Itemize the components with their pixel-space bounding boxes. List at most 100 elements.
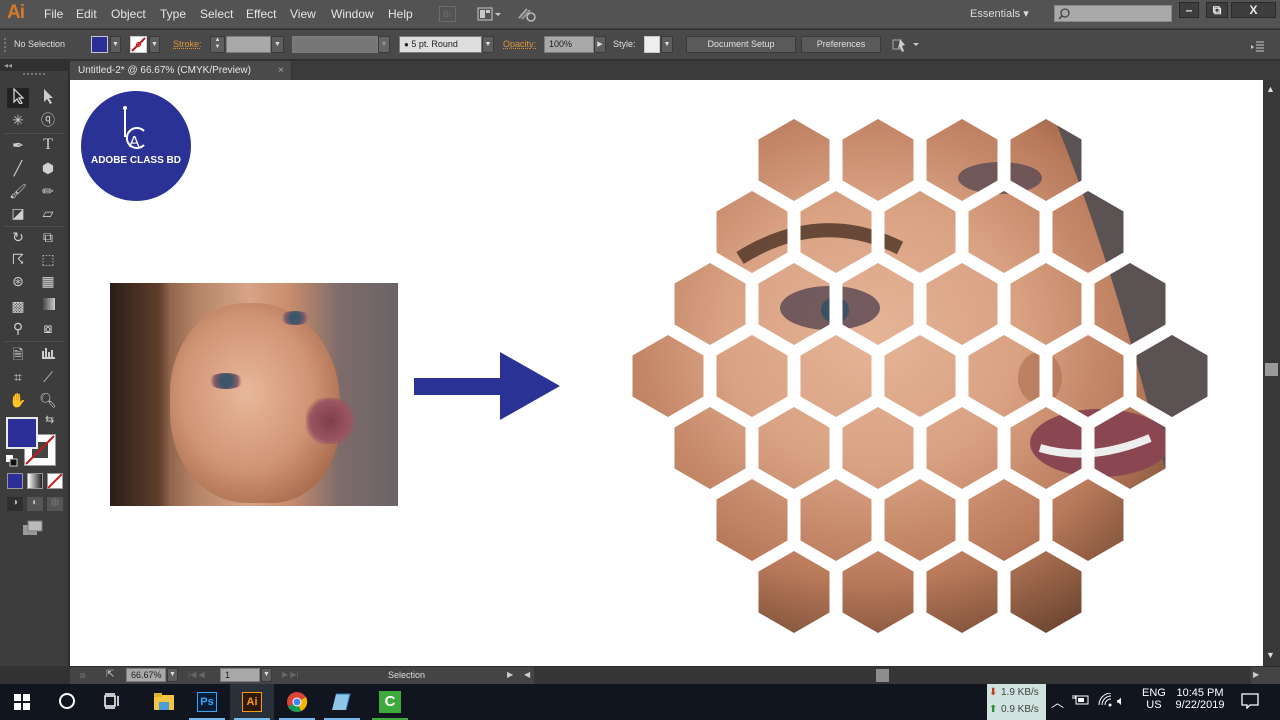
- menu-object[interactable]: Object: [111, 7, 146, 21]
- perspective-grid-tool-icon[interactable]: ▦: [37, 271, 59, 291]
- network-speed-widget[interactable]: ⬇ 1.9 KB/s ⬆ 0.9 KB/s: [987, 684, 1046, 720]
- pen-tool-icon[interactable]: ✒: [7, 135, 29, 155]
- scale-tool-icon[interactable]: ⧉: [37, 227, 59, 247]
- taskbar-photoshop[interactable]: Ps: [185, 684, 229, 720]
- current-tool-status[interactable]: Selection: [388, 670, 425, 680]
- gradient-tool-icon[interactable]: [37, 296, 59, 316]
- scroll-down-icon[interactable]: ▼: [1266, 650, 1275, 660]
- brush-dropdown[interactable]: ▼: [482, 36, 494, 53]
- scroll-up-icon[interactable]: ▲: [1266, 84, 1275, 94]
- menu-view[interactable]: View: [290, 7, 316, 21]
- fill-dropdown[interactable]: ▼: [110, 36, 121, 53]
- none-mode-button[interactable]: [47, 473, 63, 489]
- change-screen-mode-icon[interactable]: [22, 520, 44, 536]
- horizontal-scrollbar-thumb[interactable]: [876, 669, 889, 682]
- artboard-canvas[interactable]: A ADOBE CLASS BD: [70, 80, 1263, 666]
- menu-type[interactable]: Type: [160, 7, 186, 21]
- vertical-scrollbar[interactable]: ▲ ▼: [1263, 80, 1280, 666]
- share-icon[interactable]: ⇱: [106, 669, 114, 680]
- menu-select[interactable]: Select: [200, 7, 233, 21]
- windows-start-icon[interactable]: [14, 694, 30, 715]
- pencil-tool-icon[interactable]: ✏: [37, 181, 59, 201]
- search-input[interactable]: [1054, 5, 1172, 22]
- scrollbar-thumb[interactable]: [1265, 363, 1278, 376]
- scroll-left-icon[interactable]: ◀: [524, 670, 530, 679]
- menu-effect[interactable]: Effect: [246, 7, 276, 21]
- portrait-photo[interactable]: [110, 283, 398, 506]
- graphic-style-swatch[interactable]: [644, 36, 660, 53]
- arrange-icon[interactable]: [892, 37, 922, 58]
- stroke-weight-input[interactable]: [226, 36, 271, 53]
- restore-button[interactable]: ⧉: [1206, 2, 1228, 18]
- fill-swatch[interactable]: [91, 36, 108, 53]
- stroke-weight-dropdown[interactable]: ▼: [271, 36, 284, 53]
- battery-icon[interactable]: [1072, 694, 1090, 709]
- stroke-label[interactable]: Stroke:: [173, 39, 202, 49]
- warp-tool-icon[interactable]: ☈: [7, 249, 29, 269]
- task-view-icon[interactable]: [104, 693, 122, 714]
- stroke-dropdown[interactable]: ▼: [149, 36, 160, 53]
- bridge-button[interactable]: Br: [439, 6, 456, 22]
- eraser-tool-icon[interactable]: ▱: [37, 203, 59, 223]
- type-tool-icon[interactable]: T: [37, 135, 59, 155]
- menu-window[interactable]: Window: [331, 7, 374, 21]
- arrange-documents-icon[interactable]: [477, 6, 503, 22]
- status-menu-icon[interactable]: ▶: [507, 670, 513, 679]
- slice-tool-icon[interactable]: ⟋: [37, 367, 59, 387]
- hexagon-mosaic[interactable]: [620, 108, 1220, 648]
- lasso-tool-icon[interactable]: ⓠ: [37, 110, 59, 130]
- shaper-tool-icon[interactable]: ◪: [7, 203, 29, 223]
- first-artboard-icon[interactable]: |◀ ◀: [188, 670, 205, 679]
- line-tool-icon[interactable]: ╱: [7, 158, 29, 178]
- opacity-input[interactable]: 100%: [544, 36, 594, 53]
- variable-width-profile[interactable]: [292, 36, 378, 53]
- symbol-sprayer-tool-icon[interactable]: 🗎: [7, 344, 29, 364]
- document-setup-button[interactable]: Document Setup: [686, 36, 796, 53]
- artboard-tool-icon[interactable]: ⌗: [7, 367, 29, 387]
- draw-normal-icon[interactable]: ◑: [7, 497, 23, 511]
- hand-tool-icon[interactable]: ✋: [7, 390, 29, 410]
- panel-grip[interactable]: [23, 73, 45, 76]
- draw-behind-icon[interactable]: ◐: [27, 497, 43, 511]
- close-button[interactable]: X: [1231, 2, 1276, 18]
- preferences-button[interactable]: Preferences: [801, 36, 881, 53]
- stroke-weight-stepper[interactable]: ▲ ▼: [210, 36, 225, 53]
- language-indicator[interactable]: ENG US: [1142, 687, 1166, 711]
- blend-tool-icon[interactable]: ⧇: [37, 318, 59, 338]
- mesh-tool-icon[interactable]: ▩: [7, 296, 29, 316]
- menu-file[interactable]: File: [44, 7, 63, 21]
- taskbar-chrome[interactable]: [275, 684, 319, 720]
- column-graph-tool-icon[interactable]: [37, 344, 59, 364]
- artboard-number-input[interactable]: 1: [220, 668, 260, 682]
- style-dropdown[interactable]: ▼: [661, 36, 673, 53]
- menu-help[interactable]: Help: [388, 7, 413, 21]
- shape-builder-tool-icon[interactable]: ⊛: [7, 271, 29, 291]
- zoom-tool-icon[interactable]: 🔍︎: [37, 390, 59, 410]
- free-transform-tool-icon[interactable]: ⬚: [37, 249, 59, 269]
- tab-untitled-2[interactable]: Untitled-2* @ 66.67% (CMYK/Preview) ×: [70, 61, 292, 80]
- default-fill-stroke-icon[interactable]: [6, 454, 18, 467]
- zoom-level-input[interactable]: 66.67%: [126, 668, 166, 682]
- artboard-nav-icon[interactable]: ⧈: [80, 670, 86, 681]
- artboard-dropdown[interactable]: ▼: [261, 668, 272, 682]
- profile-dropdown[interactable]: ▼: [378, 36, 390, 53]
- opacity-slider-toggle[interactable]: ▶: [594, 36, 606, 53]
- panel-menu-icon[interactable]: [1250, 39, 1266, 57]
- fill-color-swatch[interactable]: [6, 417, 38, 449]
- direct-selection-tool-icon[interactable]: [37, 88, 59, 108]
- rotate-tool-icon[interactable]: ↻: [7, 227, 29, 247]
- paintbrush-tool-icon[interactable]: 🖌: [7, 181, 29, 201]
- gradient-mode-button[interactable]: [27, 473, 43, 489]
- taskbar-camtasia[interactable]: C: [368, 684, 412, 720]
- brush-definition[interactable]: ● 5 pt. Round: [399, 36, 482, 53]
- workspace-switcher[interactable]: Essentials ▾: [970, 7, 1029, 20]
- polygon-tool-icon[interactable]: ⬢: [37, 158, 59, 178]
- horizontal-scrollbar[interactable]: [534, 667, 1251, 684]
- taskbar-file-explorer[interactable]: [142, 684, 186, 720]
- action-center-icon[interactable]: [1241, 693, 1259, 712]
- wifi-icon[interactable]: [1097, 692, 1113, 710]
- cortana-search-icon[interactable]: [59, 693, 75, 709]
- taskbar-illustrator[interactable]: Ai: [230, 684, 274, 720]
- color-mode-button[interactable]: [7, 473, 23, 489]
- menu-edit[interactable]: Edit: [76, 7, 97, 21]
